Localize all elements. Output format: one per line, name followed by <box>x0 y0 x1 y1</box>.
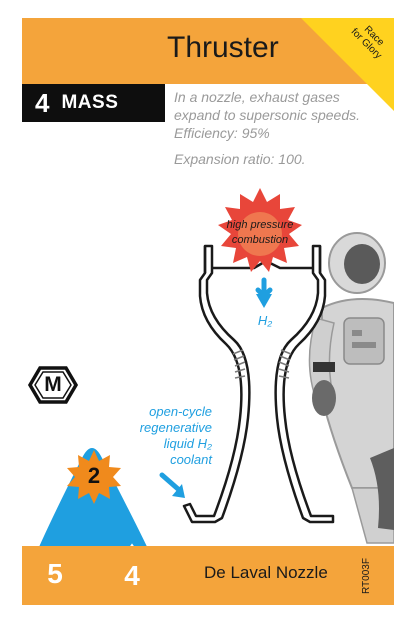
combustion-label-line2: combustion <box>231 234 289 246</box>
card-id: RT003F <box>361 558 372 594</box>
coolant-label: open-cycle regenerative liquid H₂ coolan… <box>112 404 212 468</box>
stat-left-value: 5 <box>47 558 63 589</box>
coolant-arrow-icon <box>159 472 181 492</box>
coolant-label-line2: regenerative <box>139 420 212 435</box>
description-line2: expand to supersonic speeds. <box>174 107 361 123</box>
mass-badge: 4 MASS <box>22 84 165 122</box>
efficiency-text: Efficiency: 95% <box>174 125 270 141</box>
card-footer: De Laval Nozzle RT003F <box>22 546 394 605</box>
combustion-label-line1: high pressure <box>226 219 294 231</box>
type-icon-letter: M <box>44 373 62 396</box>
h2-label: H₂ <box>257 313 273 328</box>
coolant-label-line3: liquid H₂ <box>163 436 212 451</box>
mass-value: 4 <box>35 87 50 118</box>
expansion-text: Expansion ratio: 100. <box>174 151 306 167</box>
combustion-label: high pressure combustion <box>218 218 302 248</box>
footer-label: De Laval Nozzle <box>204 563 328 582</box>
coolant-label-line4: coolant <box>170 452 212 467</box>
description-line1: In a nozzle, exhaust gases <box>174 89 340 105</box>
coolant-label-line1: open-cycle <box>149 404 212 419</box>
cost-value: 2 <box>87 463 101 488</box>
stat-right-value: 4 <box>124 560 140 591</box>
nozzle-diagram <box>182 244 335 524</box>
card-description: In a nozzle, exhaust gases expand to sup… <box>174 88 389 168</box>
mass-label: MASS <box>61 92 119 113</box>
card: Thruster Race for Glory 4 MASS In a nozz… <box>22 18 394 605</box>
